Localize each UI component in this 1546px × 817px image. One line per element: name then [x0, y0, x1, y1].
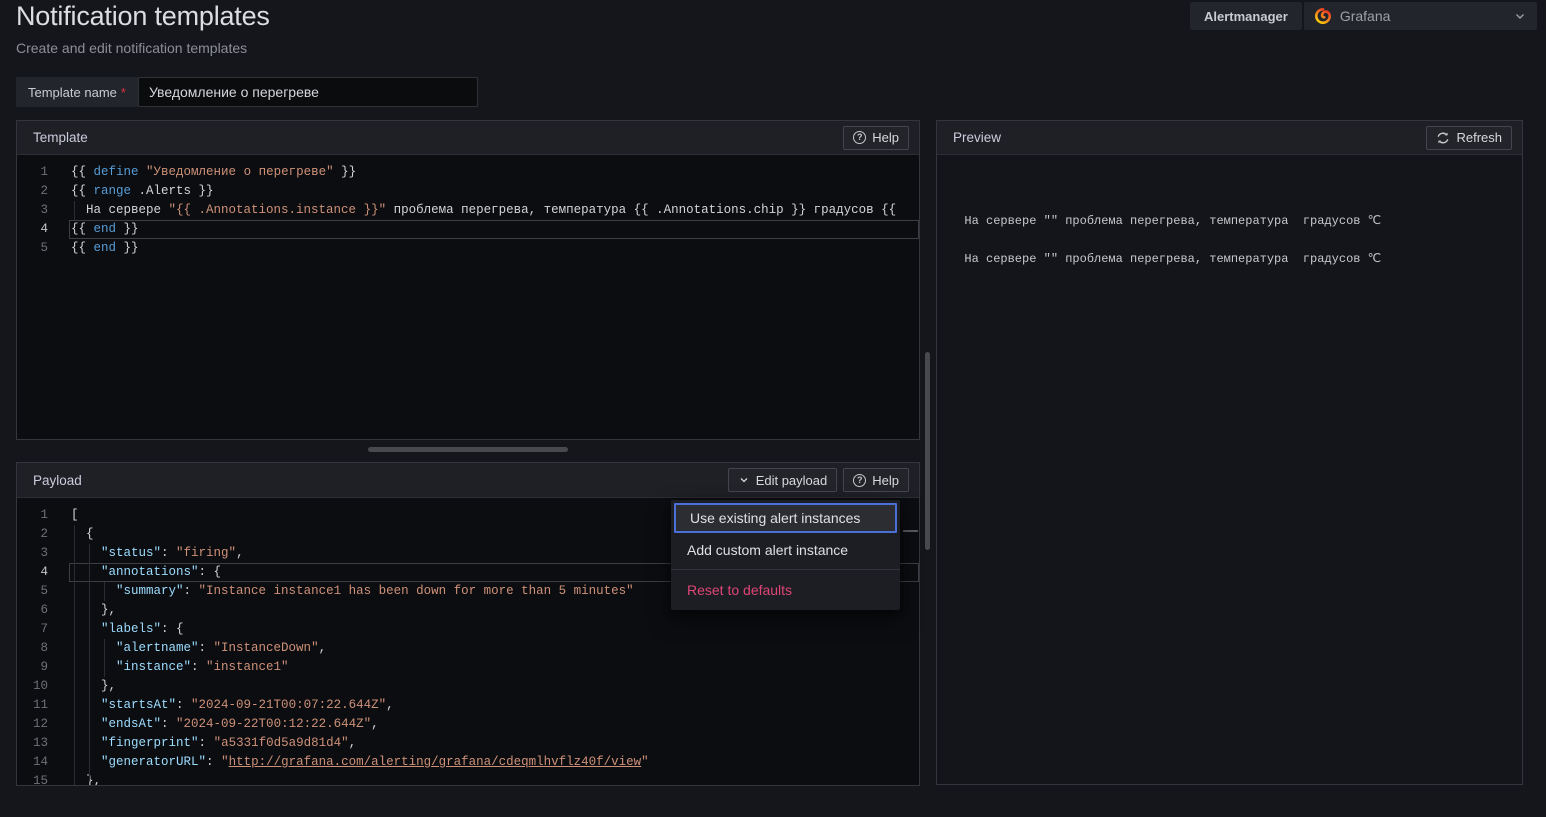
code-line-12[interactable]: 12 "endsAt": "2024-09-22T00:12:22.644Z",: [17, 715, 919, 734]
indent-guide: [89, 544, 90, 781]
preview-panel-title: Preview: [953, 130, 1001, 145]
line-number: 3: [17, 201, 69, 220]
code-line-2[interactable]: 2{{ range .Alerts }}: [17, 182, 919, 201]
help-icon: ?: [853, 131, 866, 144]
horizontal-resize-handle[interactable]: [368, 447, 568, 452]
code-line-9[interactable]: 9 "instance": "instance1": [17, 658, 919, 677]
code-line-1[interactable]: 1{{ define "Уведомление о перегреве" }}: [17, 163, 919, 182]
template-panel-header: Template ? Help: [17, 121, 919, 155]
indent-guide: [74, 201, 75, 220]
refresh-button[interactable]: Refresh: [1426, 126, 1512, 150]
code-line-7[interactable]: 7 "labels": {: [17, 620, 919, 639]
template-panel: Template ? Help 1{{ define "Уведомление …: [16, 120, 920, 440]
preview-output: На сервере "" проблема перегрева, темпер…: [937, 155, 1522, 784]
line-number: 1: [17, 506, 69, 525]
line-number: 5: [17, 582, 69, 601]
code-line-13[interactable]: 13 "fingerprint": "a5331f0d5a9d81d4",: [17, 734, 919, 753]
line-number: 8: [17, 639, 69, 658]
line-number: 9: [17, 658, 69, 677]
menu-divider: [671, 569, 900, 570]
alertmanager-select[interactable]: Grafana: [1304, 2, 1537, 30]
line-number: 1: [17, 163, 69, 182]
help-icon: ?: [853, 474, 866, 487]
preview-panel-header: Preview Refresh: [937, 121, 1522, 155]
edit-payload-button[interactable]: Edit payload: [728, 468, 838, 492]
code-line-14[interactable]: 14 "generatorURL": "http://grafana.com/a…: [17, 753, 919, 772]
page-title: Notification templates: [16, 0, 270, 34]
line-number: 6: [17, 601, 69, 620]
template-code-editor[interactable]: 1{{ define "Уведомление о перегреве" }}2…: [17, 155, 919, 439]
notification-templates-page: Notification templates Create and edit n…: [0, 0, 1546, 817]
line-number: 13: [17, 734, 69, 753]
menu-item-use-existing-alert-instances[interactable]: Use existing alert instances: [674, 503, 897, 533]
line-number: 10: [17, 677, 69, 696]
preview-line: На сервере "" проблема перегрева, темпер…: [950, 212, 1522, 231]
payload-panel-header: Payload Edit payload ? Help: [17, 463, 919, 498]
template-name-label: Template name*: [16, 77, 138, 107]
line-number: 15: [17, 772, 69, 785]
code-line-11[interactable]: 11 "startsAt": "2024-09-21T00:07:22.644Z…: [17, 696, 919, 715]
line-number: 12: [17, 715, 69, 734]
code-line-3[interactable]: 3 На сервере "{{ .Annotations.instance }…: [17, 201, 919, 220]
menu-item-add-custom-alert-instance[interactable]: Add custom alert instance: [671, 536, 900, 564]
code-line-10[interactable]: 10 },: [17, 677, 919, 696]
preview-line: На сервере "" проблема перегрева, темпер…: [950, 250, 1522, 269]
vertical-resize-handle[interactable]: [925, 352, 930, 550]
line-number: 4: [17, 220, 69, 239]
template-help-button[interactable]: ? Help: [843, 126, 909, 150]
alertmanager-label: Alertmanager: [1190, 2, 1302, 30]
template-name-field: Template name*: [16, 77, 478, 107]
alertmanager-picker: Alertmanager Grafana: [1190, 2, 1537, 30]
code-line-5[interactable]: 5{{ end }}: [17, 239, 919, 258]
page-subtitle: Create and edit notification templates: [16, 40, 247, 56]
chevron-down-icon: [738, 474, 750, 486]
code-line-15[interactable]: 15 },: [17, 772, 919, 785]
edit-payload-menu: Use existing alert instances Add custom …: [671, 500, 900, 610]
line-number: 2: [17, 182, 69, 201]
template-name-input[interactable]: [138, 77, 478, 107]
chevron-down-icon: [1513, 9, 1527, 23]
payload-panel-title: Payload: [33, 473, 82, 488]
menu-item-reset-to-defaults[interactable]: Reset to defaults: [671, 576, 900, 604]
line-number: 7: [17, 620, 69, 639]
alertmanager-select-value: Grafana: [1340, 8, 1391, 24]
indent-guide: [104, 582, 105, 601]
preview-panel: Preview Refresh На сервере "" проблема: [936, 120, 1523, 785]
preview-line: [950, 231, 1522, 250]
line-number: 14: [17, 753, 69, 772]
indent-guide: [104, 639, 105, 677]
line-number: 4: [17, 563, 69, 582]
refresh-icon: [1436, 131, 1450, 145]
line-number: 11: [17, 696, 69, 715]
payload-help-button[interactable]: ? Help: [843, 468, 909, 492]
indent-guide: [74, 525, 75, 785]
code-line-8[interactable]: 8 "alertname": "InstanceDown",: [17, 639, 919, 658]
line-number: 2: [17, 525, 69, 544]
line-number: 3: [17, 544, 69, 563]
template-panel-title: Template: [33, 130, 88, 145]
code-line-4[interactable]: 4{{ end }}: [17, 220, 919, 239]
grafana-logo-icon: [1314, 7, 1332, 25]
line-number: 5: [17, 239, 69, 258]
overview-ruler-cursor-marker: [903, 530, 918, 532]
required-mark: *: [121, 85, 126, 100]
